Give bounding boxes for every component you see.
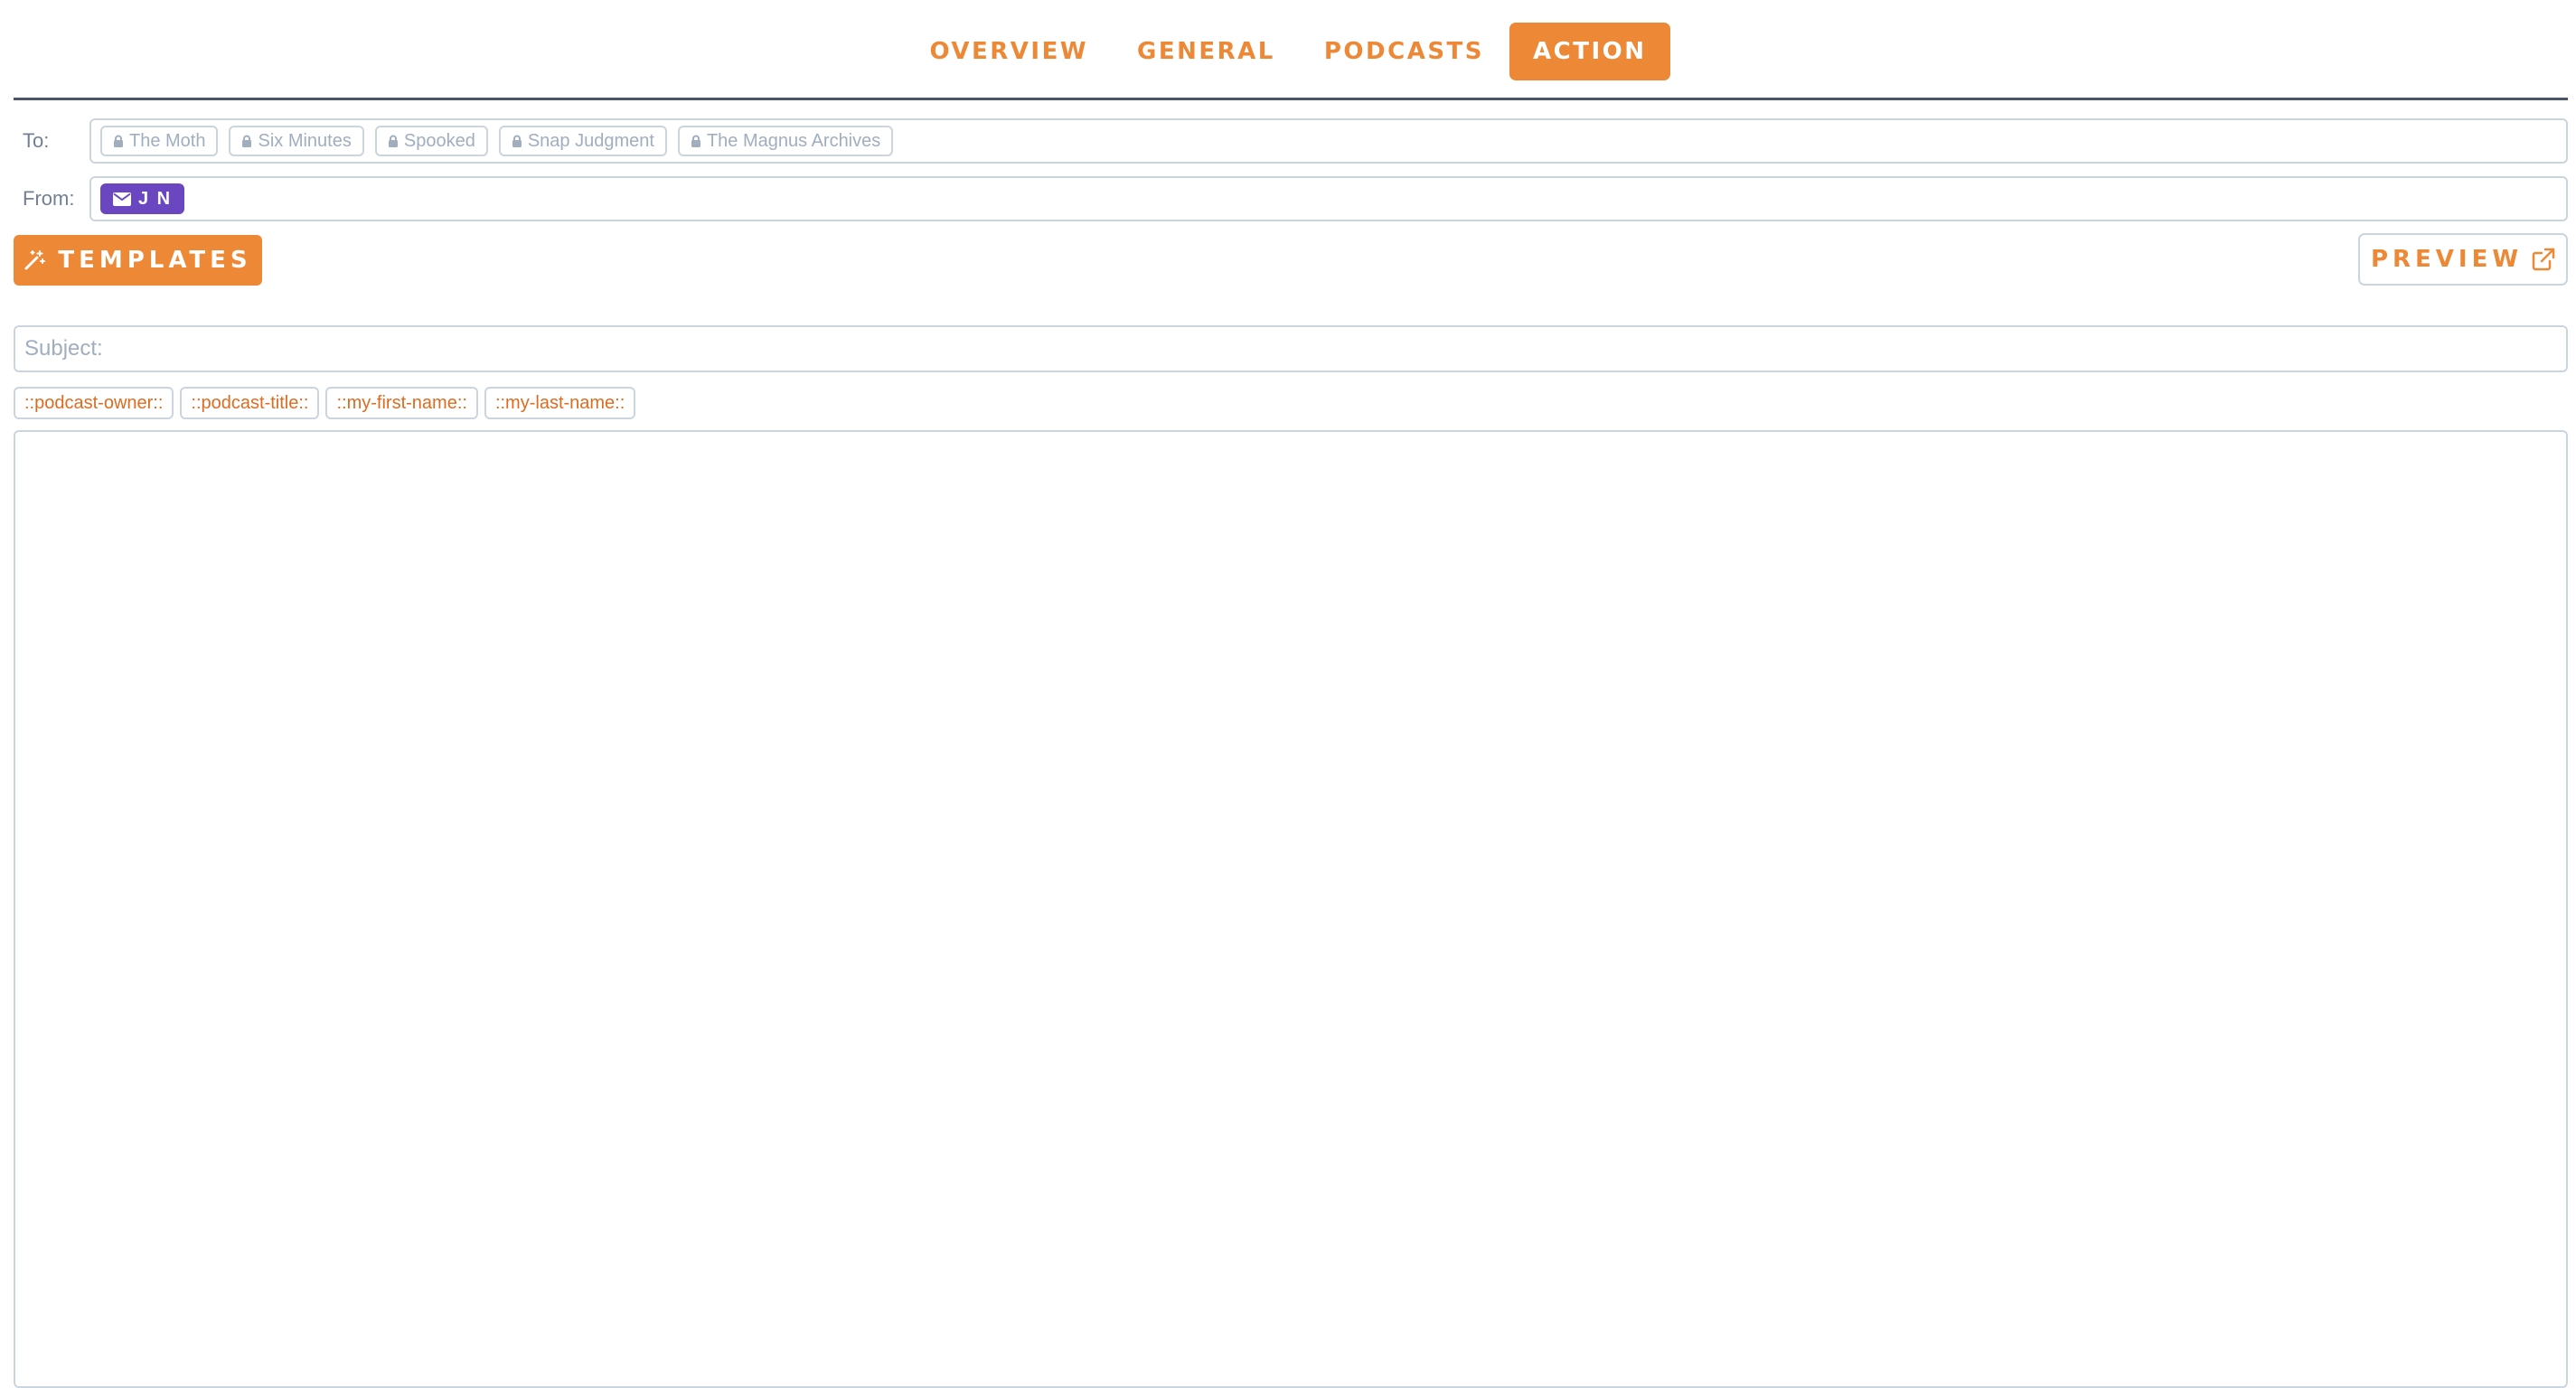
merge-token[interactable]: ::my-last-name:: <box>484 387 636 419</box>
external-link-icon <box>2532 248 2555 271</box>
sender-chip[interactable]: J N <box>100 183 185 214</box>
merge-token[interactable]: ::podcast-owner:: <box>14 387 174 419</box>
sender-name: J N <box>138 188 173 209</box>
tab-podcasts[interactable]: PODCASTS <box>1301 23 1508 80</box>
subject-input[interactable] <box>14 325 2568 372</box>
envelope-icon <box>113 192 131 206</box>
recipient-chip: Spooked <box>374 126 488 156</box>
recipient-chip: The Magnus Archives <box>677 126 894 156</box>
from-label: From: <box>23 187 75 210</box>
recipient-name: The Magnus Archives <box>706 130 881 151</box>
lock-icon <box>113 135 124 148</box>
templates-label: TEMPLATES <box>58 247 252 274</box>
to-label: To: <box>23 129 50 152</box>
preview-label: PREVIEW <box>2370 246 2524 273</box>
from-row: From: J N <box>14 176 2568 221</box>
tab-action[interactable]: ACTION <box>1509 23 1670 80</box>
recipient-chip: Snap Judgment <box>498 126 667 156</box>
tab-bar: OVERVIEW GENERAL PODCASTS ACTION <box>0 23 2576 80</box>
magic-wand-icon <box>24 249 46 271</box>
to-field[interactable]: The Moth Six Minutes Spooked Snap Judgme… <box>89 118 2568 164</box>
tab-divider <box>14 98 2568 100</box>
merge-token[interactable]: ::my-first-name:: <box>325 387 478 419</box>
recipient-name: The Moth <box>129 130 206 151</box>
tab-general[interactable]: GENERAL <box>1114 23 1299 80</box>
lock-icon <box>691 135 701 148</box>
message-body-editor[interactable] <box>14 430 2568 1388</box>
tab-overview[interactable]: OVERVIEW <box>906 23 1112 80</box>
recipient-chip: The Moth <box>100 126 219 156</box>
lock-icon <box>512 135 522 148</box>
merge-token[interactable]: ::podcast-title:: <box>180 387 320 419</box>
templates-button[interactable]: TEMPLATES <box>14 235 262 286</box>
recipient-name: Six Minutes <box>258 130 352 151</box>
recipient-name: Spooked <box>403 130 475 151</box>
lock-icon <box>388 135 399 148</box>
lock-icon <box>241 135 252 148</box>
preview-button[interactable]: PREVIEW <box>2358 233 2568 286</box>
merge-token-bar: ::podcast-owner:: ::podcast-title:: ::my… <box>14 387 642 419</box>
to-row: To: The Moth Six Minutes Spooked Snap Ju… <box>14 118 2568 164</box>
recipient-name: Snap Judgment <box>527 130 654 151</box>
recipient-chip: Six Minutes <box>229 126 364 156</box>
from-field[interactable]: J N <box>89 176 2568 221</box>
